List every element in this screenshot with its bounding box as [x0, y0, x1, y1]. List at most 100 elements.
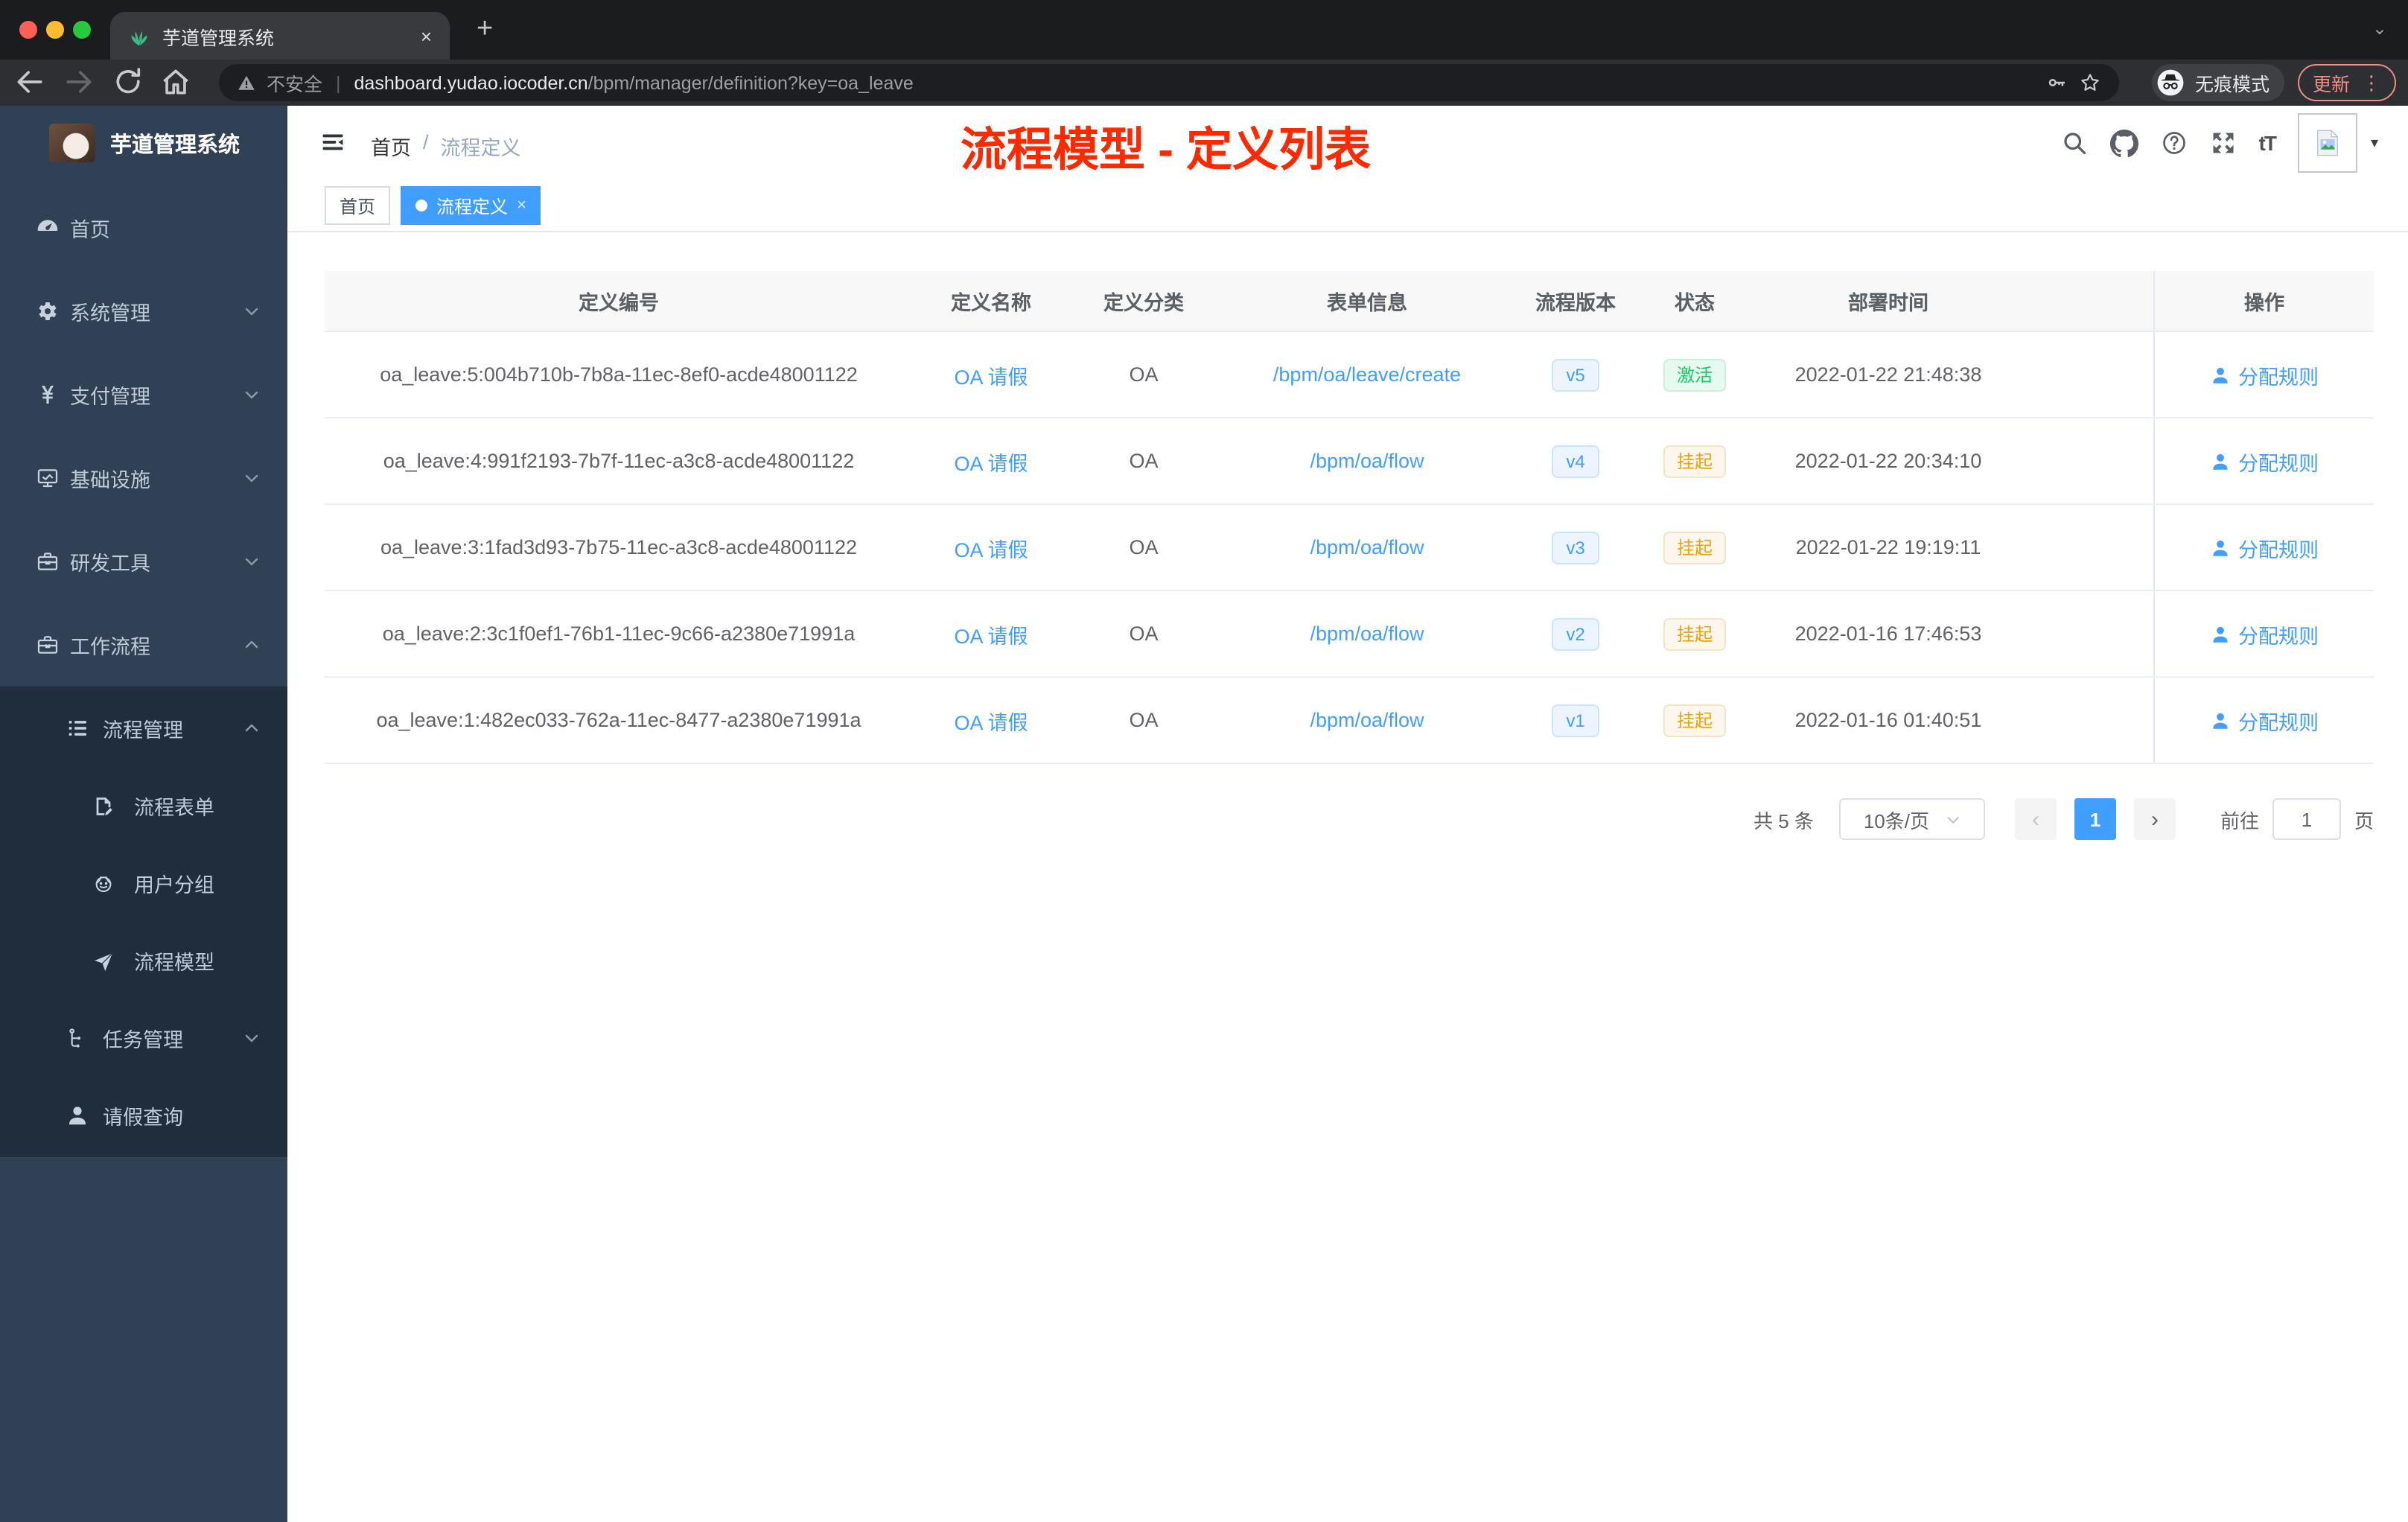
definition-name-link[interactable]: OA 请假 — [954, 625, 1028, 647]
sidebar-item-label: 系统管理 — [70, 302, 150, 325]
bookmark-star-icon[interactable] — [2079, 71, 2101, 94]
sidebar-logo[interactable]: 芋道管理系统 — [0, 106, 287, 180]
assign-rule-link[interactable]: 分配规则 — [2238, 446, 2319, 476]
active-tag-dot — [415, 200, 428, 211]
status-badge: 挂起 — [1663, 704, 1726, 736]
page-size-select[interactable]: 10条/页 — [1838, 798, 1985, 840]
reload-icon[interactable] — [112, 66, 144, 98]
home-icon[interactable] — [159, 66, 192, 98]
maximize-window-button[interactable] — [73, 21, 91, 39]
definition-name-link[interactable]: OA 请假 — [954, 711, 1028, 733]
deploy-time: 2022-01-22 19:19:11 — [1795, 536, 1981, 558]
tag-process-definition[interactable]: 流程定义 × — [401, 186, 541, 225]
fullscreen-icon[interactable] — [2210, 130, 2237, 156]
breadcrumb-home[interactable]: 首页 — [371, 131, 411, 161]
sidebar-item-label: 基础设施 — [70, 469, 150, 491]
page-size-value: 10条/页 — [1863, 809, 1929, 832]
chevron-down-icon — [243, 469, 261, 487]
sidebar-item-system[interactable]: 系统管理 — [0, 270, 287, 353]
browser-update-button[interactable]: 更新 ⋮ — [2297, 64, 2396, 101]
tag-home[interactable]: 首页 — [325, 186, 391, 225]
sidebar-item-label: 首页 — [70, 219, 110, 241]
tab-close-icon[interactable]: × — [421, 25, 432, 47]
definition-name-link[interactable]: OA 请假 — [954, 538, 1028, 561]
back-icon[interactable] — [13, 66, 46, 98]
sidebar-item-process-manage[interactable]: 流程管理 — [0, 690, 287, 767]
list-icon — [66, 716, 89, 740]
sidebar-item-process-model[interactable]: 流程模型 — [0, 922, 287, 999]
monitor-icon — [36, 466, 60, 490]
prev-page-button[interactable]: ‹ — [2014, 798, 2057, 840]
security-label[interactable]: 不安全 — [267, 69, 322, 97]
table-row: oa_leave:1:482ec033-762a-11ec-8477-a2380… — [325, 678, 2374, 764]
sidebar-item-leave-query[interactable]: 请假查询 — [0, 1077, 287, 1154]
assign-rule-link[interactable]: 分配规则 — [2238, 532, 2319, 562]
page-annotation-title: 流程模型 - 定义列表 — [961, 124, 1372, 176]
definition-name-link[interactable]: OA 请假 — [954, 366, 1028, 388]
col-header-version: 流程版本 — [1535, 292, 1616, 314]
sidebar-item-infra[interactable]: 基础设施 — [0, 436, 287, 520]
security-warning-icon[interactable] — [237, 73, 256, 92]
tag-close-icon[interactable]: × — [517, 197, 526, 214]
form-info-link[interactable]: /bpm/oa/flow — [1310, 709, 1424, 731]
github-icon[interactable] — [2109, 129, 2138, 157]
version-badge: v5 — [1551, 358, 1600, 391]
top-navbar: 首页 / 流程定义 流程模型 - 定义列表 tT ▾ — [287, 106, 2408, 180]
sidebar-item-label: 研发工具 — [70, 553, 150, 575]
assign-rule-link[interactable]: 分配规则 — [2238, 360, 2319, 389]
tab-search-caret-icon[interactable]: ⌄ — [2372, 18, 2387, 39]
url-host: dashboard.yudao.iocoder.cn — [354, 72, 588, 93]
current-page-button[interactable]: 1 — [2074, 798, 2116, 840]
definition-id: oa_leave:5:004b710b-7b8a-11ec-8ef0-acde4… — [380, 363, 858, 386]
col-header-definition-id: 定义编号 — [579, 292, 659, 314]
goto-page-input[interactable]: 1 — [2272, 798, 2341, 840]
sidebar-item-home[interactable]: 首页 — [0, 186, 287, 270]
user-icon — [2210, 450, 2231, 471]
next-page-button[interactable]: › — [2133, 798, 2176, 840]
form-info-link[interactable]: /bpm/oa/flow — [1310, 536, 1424, 558]
sidebar-item-user-group[interactable]: 用户分组 — [0, 844, 287, 922]
sidebar-item-process-form[interactable]: 流程表单 — [0, 767, 287, 844]
font-size-icon[interactable]: tT — [2259, 131, 2277, 155]
page-url[interactable]: dashboard.yudao.iocoder.cn/bpm/manager/d… — [354, 72, 914, 93]
assign-rule-link[interactable]: 分配规则 — [2238, 619, 2319, 649]
hamburger-icon[interactable] — [320, 130, 345, 155]
sidebar-item-label: 任务管理 — [103, 1029, 183, 1051]
update-label[interactable]: 更新 — [2313, 69, 2350, 97]
help-icon[interactable] — [2161, 130, 2188, 156]
form-info-link[interactable]: /bpm/oa/leave/create — [1273, 363, 1461, 386]
forward-icon[interactable] — [63, 66, 95, 98]
form-info-link[interactable]: /bpm/oa/flow — [1310, 450, 1424, 472]
browser-tab[interactable]: 芋道管理系统 × — [110, 12, 450, 60]
col-header-definition-name: 定义名称 — [951, 292, 1031, 314]
sidebar-item-workflow[interactable]: 工作流程 — [0, 603, 287, 687]
navbar-actions: tT ▾ — [2061, 106, 2378, 180]
user-avatar[interactable] — [2297, 113, 2357, 173]
search-icon[interactable] — [2061, 130, 2088, 156]
logo-title: 芋道管理系统 — [110, 133, 240, 157]
sidebar-item-label: 流程管理 — [103, 719, 183, 742]
user-icon — [66, 1104, 89, 1127]
definition-name-link[interactable]: OA 请假 — [954, 452, 1028, 474]
assign-rule-link[interactable]: 分配规则 — [2238, 705, 2319, 735]
close-window-button[interactable] — [19, 21, 37, 39]
chevron-down-icon — [243, 553, 261, 570]
address-bar[interactable]: 不安全 | dashboard.yudao.iocoder.cn/bpm/man… — [219, 64, 2119, 101]
sidebar-item-payment[interactable]: 支付管理 — [0, 353, 287, 436]
browser-menu-kebab-icon[interactable]: ⋮ — [2362, 71, 2381, 95]
sidebar-item-label: 请假查询 — [103, 1107, 183, 1129]
form-info-link[interactable]: /bpm/oa/flow — [1310, 623, 1424, 645]
definition-category: OA — [1129, 450, 1159, 472]
avatar-caret-icon[interactable]: ▾ — [2371, 135, 2378, 151]
password-key-icon[interactable] — [2046, 71, 2068, 94]
sidebar-item-devtools[interactable]: 研发工具 — [0, 520, 287, 603]
tag-label: 流程定义 — [436, 196, 509, 217]
breadcrumb-separator: / — [423, 131, 429, 153]
new-tab-button[interactable]: + — [477, 13, 493, 46]
tags-view-bar: 首页 流程定义 × — [287, 180, 2408, 232]
definition-category: OA — [1129, 363, 1159, 386]
definition-category: OA — [1129, 536, 1159, 558]
sidebar-item-task-manage[interactable]: 任务管理 — [0, 999, 287, 1077]
table-header-row: 定义编号 定义名称 定义分类 表单信息 流程版本 状态 部署时间 操作 — [325, 271, 2374, 332]
minimize-window-button[interactable] — [46, 21, 64, 39]
